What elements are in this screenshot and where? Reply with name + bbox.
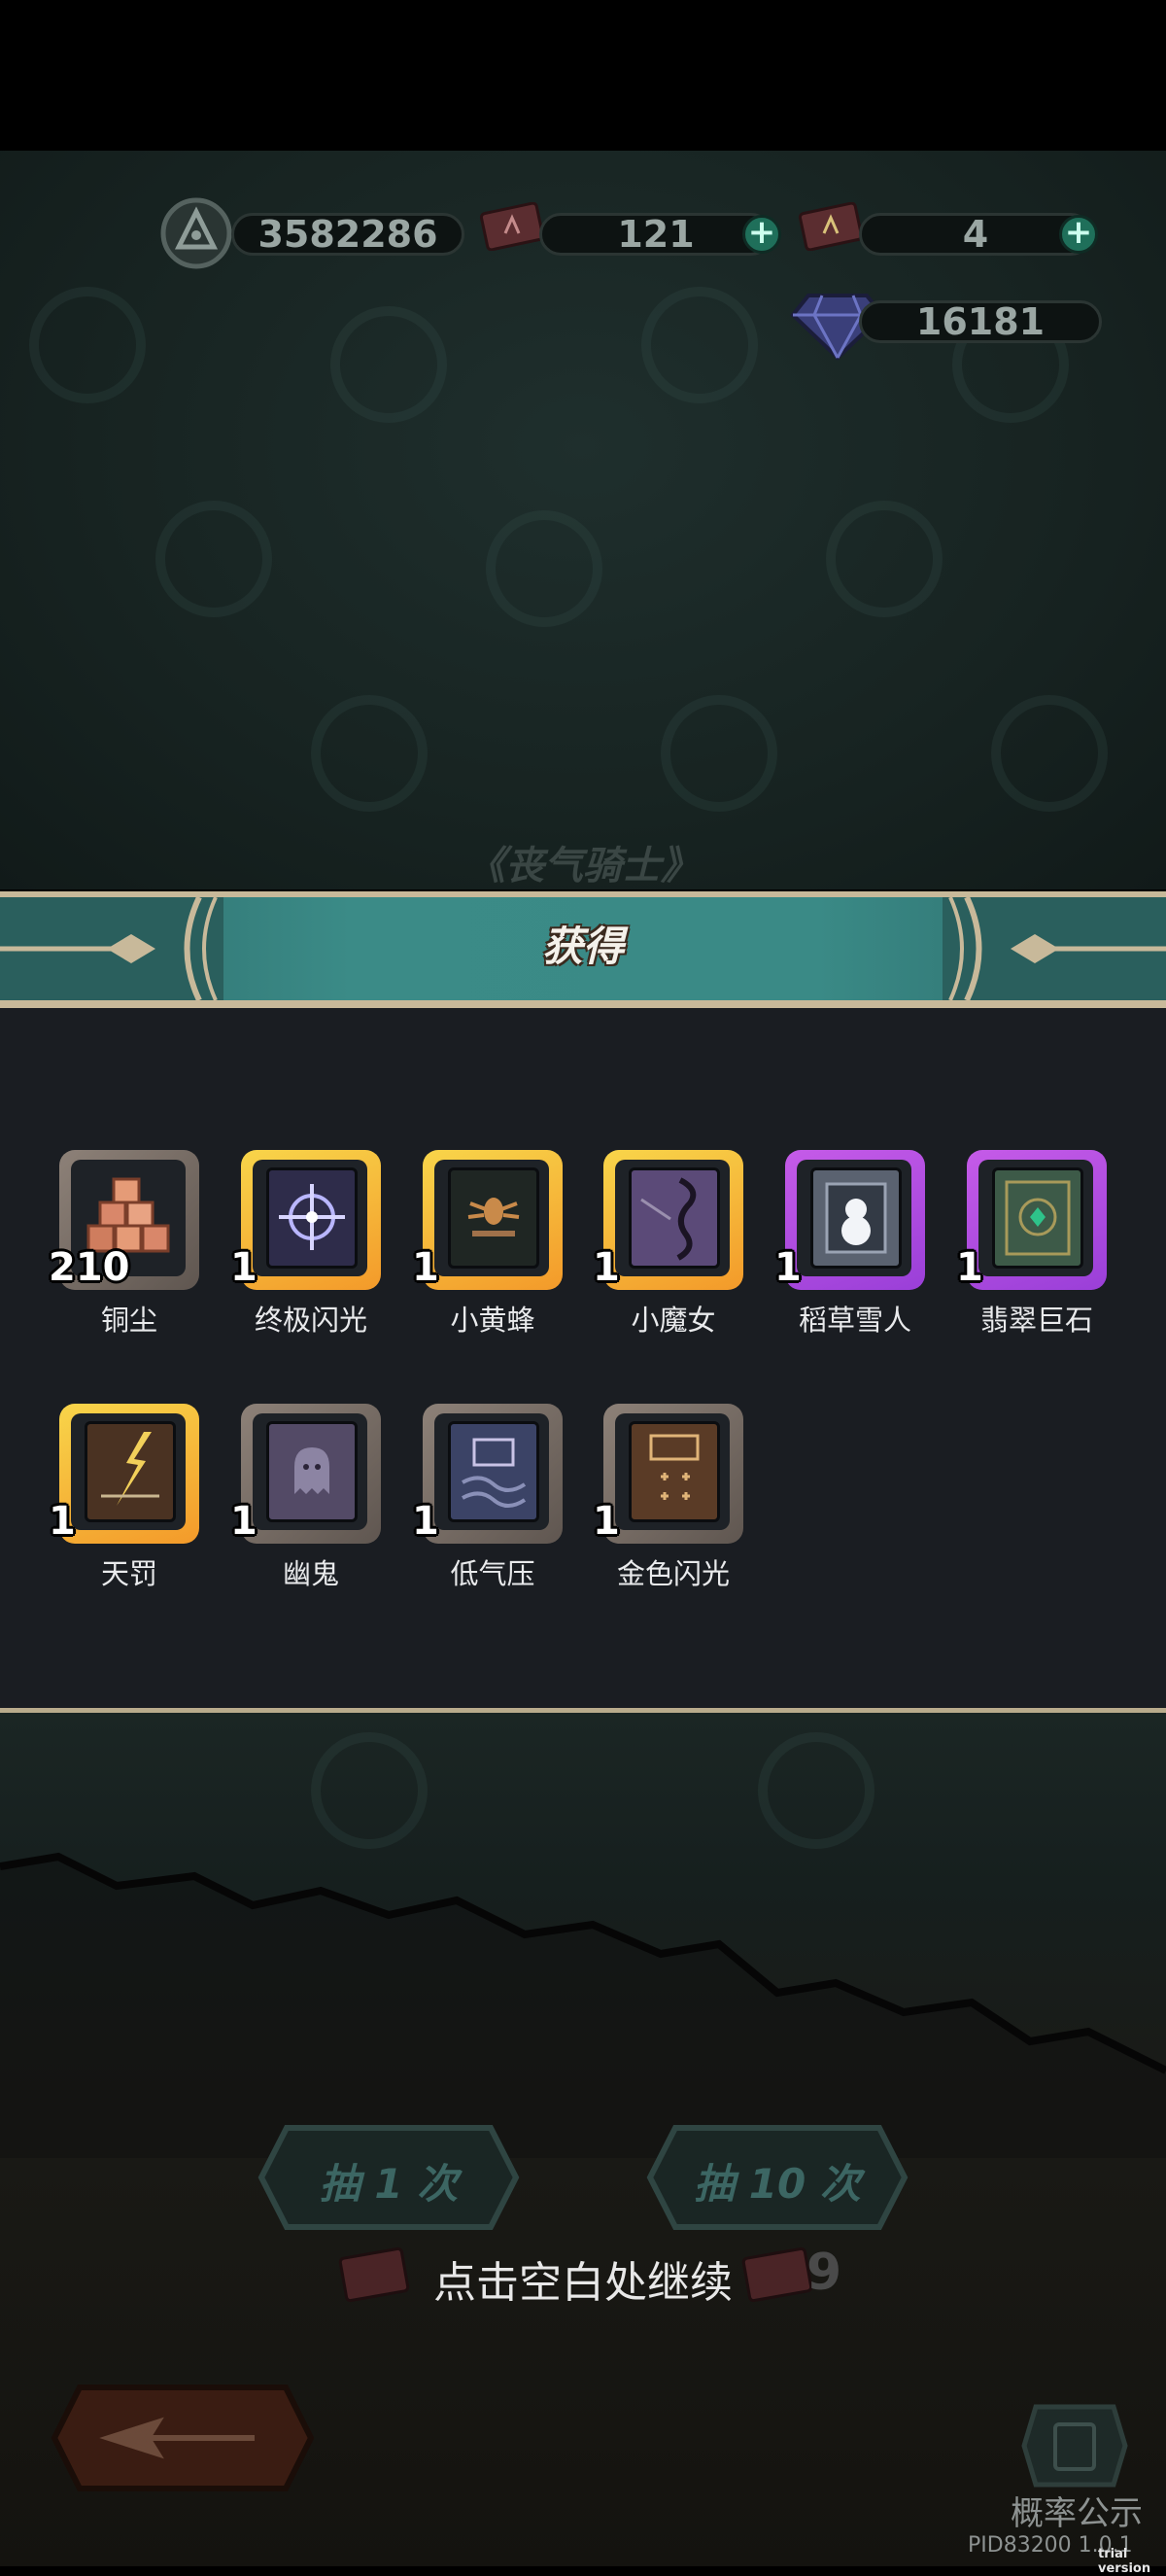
watermark: trial version (1098, 2547, 1151, 2576)
reward-item-emerald-boulder[interactable]: 1 翡翠巨石 (956, 1150, 1110, 1337)
low-pressure-book-icon (462, 1438, 527, 1508)
top-black-bar (0, 0, 1166, 151)
item-quantity: 210 (49, 1245, 130, 1290)
bg-emblem-icon (486, 510, 602, 627)
item-quantity: 1 (412, 1499, 439, 1544)
draw-ten-button[interactable]: 抽 10 次 (646, 2124, 909, 2231)
probability-scroll-icon[interactable] (1016, 2397, 1133, 2494)
banner-border-top (0, 891, 1166, 897)
reward-item-ultimate-flash[interactable]: 1 终极闪光 (230, 1150, 384, 1337)
rarity-frame (423, 1150, 563, 1290)
divine-punishment-book-icon (101, 1432, 159, 1506)
little-hornet-book-icon (467, 1198, 520, 1236)
torn-paper-edge (0, 1852, 1166, 2158)
reward-item-low-pressure[interactable]: 1 低气压 (412, 1404, 566, 1590)
rarity-frame (59, 1404, 199, 1544)
reward-item-little-hornet[interactable]: 1 小黄蜂 (412, 1150, 566, 1337)
panel-divider (0, 1708, 1166, 1713)
bg-emblem-icon (311, 695, 428, 812)
bg-emblem-icon (311, 1732, 428, 1849)
gem-value: 16181 (859, 300, 1102, 343)
golden-ticket-icon (798, 202, 864, 251)
item-quantity: 1 (230, 1499, 257, 1544)
draw-ten-label: 抽 10 次 (694, 2160, 861, 2208)
golden-flash-book-icon (649, 1434, 700, 1500)
bg-emblem-icon (826, 501, 943, 617)
emerald-boulder-book-icon (1005, 1180, 1071, 1256)
ticket-value: 121 (539, 213, 772, 256)
item-name: 金色闪光 (616, 1557, 730, 1590)
reward-item-copper-dust[interactable]: 210 铜尘 (49, 1150, 202, 1337)
item-quantity: 1 (230, 1245, 257, 1290)
draw-one-button[interactable]: 抽 1 次 (257, 2124, 520, 2231)
bg-emblem-icon (29, 287, 146, 403)
continue-hint: 点击空白处继续 (433, 2258, 733, 2308)
rarity-frame (603, 1404, 743, 1544)
item-name: 翡翠巨石 (979, 1304, 1093, 1337)
item-quantity: 1 (412, 1245, 439, 1290)
straw-snowman-book-icon (825, 1182, 887, 1254)
soul-currency-value: 3582286 (231, 213, 464, 256)
little-witch-book-icon (640, 1177, 697, 1261)
rarity-frame (241, 1404, 381, 1544)
back-button[interactable] (51, 2384, 315, 2492)
reward-item-divine-punishment[interactable]: 1 天罚 (49, 1404, 202, 1590)
reward-title: 获得 (541, 922, 624, 970)
reward-item-straw-snowman[interactable]: 1 稻草雪人 (774, 1150, 928, 1337)
reward-item-golden-flash[interactable]: 1 金色闪光 (593, 1404, 746, 1590)
bg-emblem-icon (661, 695, 777, 812)
reward-item-ghost[interactable]: 1 幽鬼 (230, 1404, 384, 1590)
rarity-frame (603, 1150, 743, 1290)
item-quantity: 1 (49, 1499, 76, 1544)
rarity-frame (423, 1404, 563, 1544)
add-golden-ticket-button[interactable]: + (1059, 215, 1098, 254)
bg-emblem-icon (991, 695, 1108, 812)
reward-item-little-witch[interactable]: 1 小魔女 (593, 1150, 746, 1337)
ultimate-flash-book-icon (279, 1184, 345, 1250)
bg-emblem-icon (155, 501, 272, 617)
item-quantity: 1 (593, 1245, 620, 1290)
rarity-frame (967, 1150, 1107, 1290)
rarity-frame (785, 1150, 925, 1290)
pool-title: 《丧气骑士》 (466, 844, 700, 888)
bg-emblem-icon (641, 287, 758, 403)
item-quantity: 1 (593, 1499, 620, 1544)
soul-emblem-icon (160, 197, 232, 269)
bg-emblem-icon (758, 1732, 874, 1849)
bg-emblem-icon (330, 306, 447, 423)
banner-border-bottom (0, 1000, 1166, 1008)
add-ticket-button[interactable]: + (742, 215, 781, 254)
ticket-icon (479, 202, 545, 251)
reward-panel (0, 1008, 1166, 1709)
draw-one-label: 抽 1 次 (319, 2160, 459, 2208)
ghost-book-icon (294, 1447, 329, 1494)
item-quantity: 1 (774, 1245, 802, 1290)
ticket-count: 9 (806, 2244, 842, 2302)
golden-ticket-value: 4 (859, 213, 1092, 256)
probability-label[interactable]: 概率公示 (1011, 2487, 1143, 2534)
rarity-frame (241, 1150, 381, 1290)
item-quantity: 1 (956, 1245, 983, 1290)
